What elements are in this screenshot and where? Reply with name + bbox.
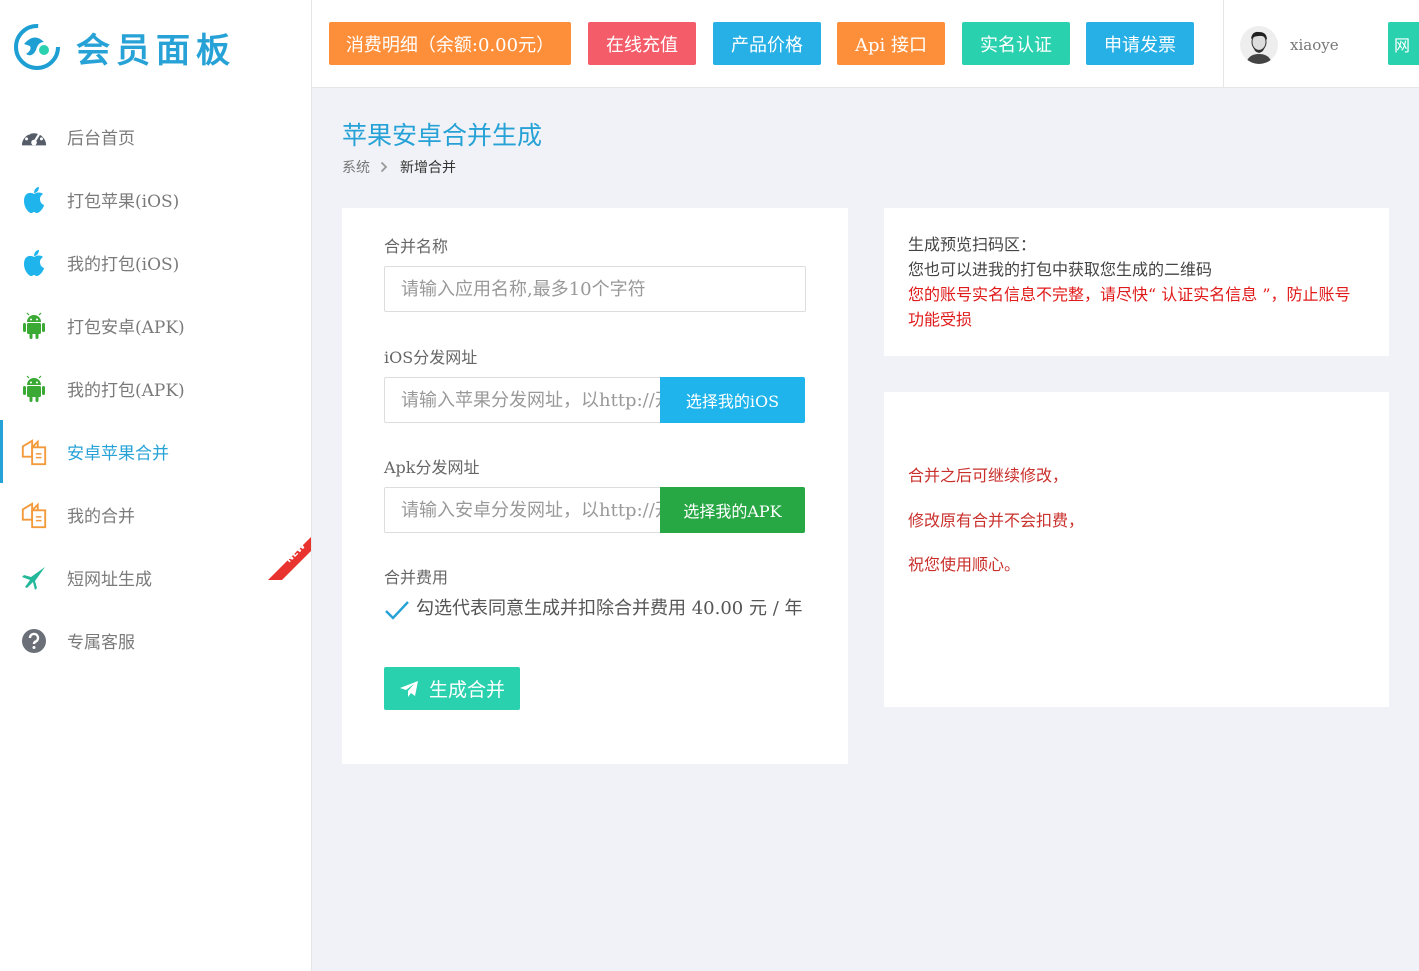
select-apk-button[interactable]: 选择我的APK xyxy=(660,487,805,533)
avatar[interactable] xyxy=(1240,26,1278,64)
qr-preview-title: 生成预览扫码区： xyxy=(908,235,1037,254)
sidebar-item-my-apk[interactable]: 我的打包(APK) xyxy=(0,357,311,420)
topbar-edge-button[interactable]: 网 xyxy=(1388,22,1419,65)
sidebar-item-label: 安卓苹果合并 xyxy=(67,444,169,464)
invoice-button[interactable]: 申请发票 xyxy=(1086,22,1194,65)
sidebar-item-label: 我的合并 xyxy=(67,507,135,527)
notes-panel: 合并之后可继续修改， 修改原有合并不会扣费， 祝您使用顺心。 xyxy=(884,392,1389,707)
sidebar: 会员面板 后台首页 打包苹果(iOS) 我的打包(iOS) 打包安卓(APK) xyxy=(0,0,312,971)
sidebar-item-label: 打包安卓(APK) xyxy=(67,318,185,338)
sidebar-item-merge[interactable]: 安卓苹果合并 xyxy=(0,420,311,483)
breadcrumb-current: 新增合并 xyxy=(400,160,456,176)
sidebar-item-pack-apk[interactable]: 打包安卓(APK) xyxy=(0,294,311,357)
merge-fee-label: 合并费用 xyxy=(384,568,449,587)
apk-url-label: Apk分发网址 xyxy=(384,458,480,477)
user-avatar-icon xyxy=(1240,26,1278,64)
chevron-right-icon xyxy=(380,160,390,174)
agree-text: 勾选代表同意生成并扣除合并费用 40.00 元 / 年 xyxy=(416,598,803,619)
apple-icon xyxy=(20,249,48,277)
merge-icon xyxy=(20,501,48,529)
sidebar-item-support[interactable]: 专属客服 xyxy=(0,609,311,672)
breadcrumb: 系统 新增合并 xyxy=(342,157,456,177)
billing-button[interactable]: 消费明细（余额:0.00元） xyxy=(329,22,571,65)
sidebar-item-short-url[interactable]: 短网址生成 NEW xyxy=(0,537,311,609)
new-badge-icon: NEW xyxy=(268,537,311,580)
sidebar-item-label: 打包苹果(iOS) xyxy=(67,192,180,212)
merge-icon xyxy=(20,438,48,466)
note-line: 祝您使用顺心。 xyxy=(908,555,1021,574)
select-ios-button[interactable]: 选择我的iOS xyxy=(660,377,805,423)
brand-logo[interactable]: 会员面板 xyxy=(14,22,236,72)
page-title: 苹果安卓合并生成 xyxy=(342,121,543,150)
api-button[interactable]: Api 接口 xyxy=(837,22,945,65)
agree-checkbox-row: 勾选代表同意生成并扣除合并费用 40.00 元 / 年 xyxy=(384,596,804,623)
breadcrumb-parent[interactable]: 系统 xyxy=(342,157,370,177)
sidebar-item-label: 短网址生成 xyxy=(67,570,152,590)
merge-name-label: 合并名称 xyxy=(384,237,449,256)
sidebar-item-label: 专属客服 xyxy=(67,633,135,653)
dashboard-icon xyxy=(20,123,48,151)
send-icon xyxy=(399,680,418,697)
merge-name-input[interactable] xyxy=(384,266,806,312)
ios-url-label: iOS分发网址 xyxy=(384,348,478,367)
generate-merge-label: 生成合并 xyxy=(428,679,505,701)
android-icon xyxy=(20,312,48,340)
brand-title: 会员面板 xyxy=(76,30,236,71)
top-bar: 消费明细（余额:0.00元） 在线充值 产品价格 Api 接口 实名认证 申请发… xyxy=(312,0,1419,88)
merge-form: 合并名称 iOS分发网址 选择我的iOS Apk分发网址 选择我的APK 合并费… xyxy=(342,208,848,764)
username[interactable]: xiaoye xyxy=(1290,36,1339,54)
pricing-button[interactable]: 产品价格 xyxy=(713,22,821,65)
verification-button[interactable]: 实名认证 xyxy=(962,22,1070,65)
recharge-button[interactable]: 在线充值 xyxy=(588,22,696,65)
sidebar-item-label: 我的打包(APK) xyxy=(67,381,185,401)
apk-url-input[interactable] xyxy=(384,487,660,533)
sidebar-nav: 后台首页 打包苹果(iOS) 我的打包(iOS) 打包安卓(APK) 我的打包(… xyxy=(0,105,311,672)
android-icon xyxy=(20,375,48,403)
sidebar-item-my-merge[interactable]: 我的合并 xyxy=(0,483,311,546)
sidebar-item-pack-ios[interactable]: 打包苹果(iOS) xyxy=(0,168,311,231)
apple-icon xyxy=(20,186,48,214)
sidebar-item-my-ios[interactable]: 我的打包(iOS) xyxy=(0,231,311,294)
verification-warning[interactable]: 您的账号实名信息不完整，请尽快“ 认证实名信息 ”，防止账号功能受损 xyxy=(908,282,1365,332)
topbar-divider xyxy=(1223,0,1224,87)
note-line: 合并之后可继续修改， xyxy=(908,466,1069,485)
qr-preview-panel: 生成预览扫码区： 您也可以进我的打包中获取您生成的二维码 您的账号实名信息不完整… xyxy=(884,208,1389,356)
logo-icon xyxy=(14,24,60,70)
generate-merge-button[interactable]: 生成合并 xyxy=(384,667,520,710)
sidebar-item-label: 后台首页 xyxy=(67,129,135,149)
question-icon xyxy=(20,627,48,655)
qr-preview-hint: 您也可以进我的打包中获取您生成的二维码 xyxy=(908,260,1213,279)
check-icon[interactable] xyxy=(384,599,410,623)
note-line: 修改原有合并不会扣费， xyxy=(908,511,1085,530)
sidebar-item-label: 我的打包(iOS) xyxy=(67,255,180,275)
ios-url-input[interactable] xyxy=(384,377,660,423)
sidebar-item-dashboard[interactable]: 后台首页 xyxy=(0,105,311,168)
plane-icon xyxy=(20,564,48,592)
